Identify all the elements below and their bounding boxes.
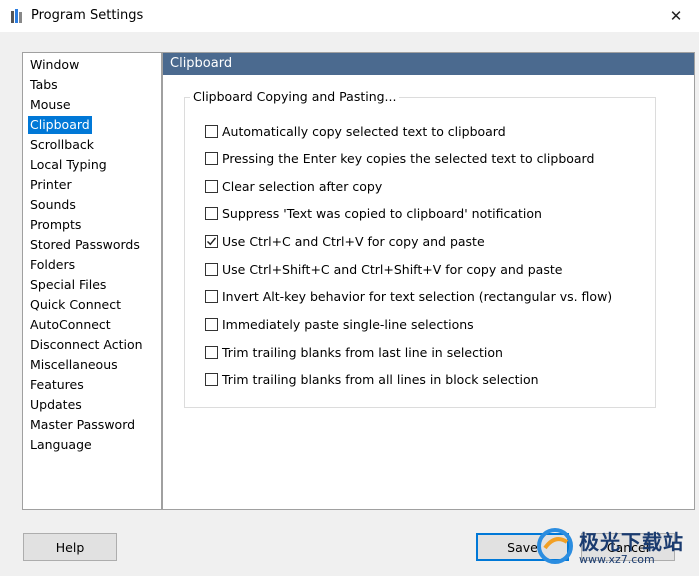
option-checkbox[interactable]: [205, 206, 218, 220]
category-item-mouse[interactable]: Mouse: [28, 96, 73, 114]
option-checkbox[interactable]: [205, 289, 218, 303]
checkmark-icon: [207, 237, 217, 245]
option-row[interactable]: Pressing the Enter key copies the select…: [205, 149, 594, 167]
category-item-quick-connect[interactable]: Quick Connect: [28, 296, 123, 314]
option-label: Trim trailing blanks from last line in s…: [222, 344, 503, 360]
option-label: Invert Alt-key behavior for text selecti…: [222, 288, 613, 304]
watermark-swirl-icon: [537, 528, 573, 564]
close-button[interactable]: ✕: [653, 0, 699, 32]
option-row[interactable]: Automatically copy selected text to clip…: [205, 122, 506, 140]
option-label: Pressing the Enter key copies the select…: [222, 150, 595, 166]
option-row[interactable]: Invert Alt-key behavior for text selecti…: [205, 287, 612, 305]
settings-panel: Clipboard Clipboard Copying and Pasting.…: [162, 52, 695, 510]
clipboard-groupbox: Clipboard Copying and Pasting... Automat…: [184, 89, 656, 408]
option-row[interactable]: Suppress 'Text was copied to clipboard' …: [205, 204, 542, 222]
help-button[interactable]: Help: [23, 533, 117, 561]
category-item-sounds[interactable]: Sounds: [28, 196, 78, 214]
option-label: Immediately paste single-line selections: [222, 316, 474, 332]
option-checkbox[interactable]: [205, 345, 218, 359]
option-checkbox[interactable]: [205, 151, 218, 165]
category-item-master-password[interactable]: Master Password: [28, 416, 137, 434]
category-item-folders[interactable]: Folders: [28, 256, 77, 274]
category-item-scrollback[interactable]: Scrollback: [28, 136, 96, 154]
app-icon: [11, 9, 22, 23]
window-title: Program Settings: [31, 8, 144, 23]
category-item-special-files[interactable]: Special Files: [28, 276, 108, 294]
category-item-tabs[interactable]: Tabs: [28, 76, 60, 94]
category-item-language[interactable]: Language: [28, 436, 94, 454]
category-list: Window Tabs Mouse Clipboard Scrollback Local …: [22, 52, 162, 510]
option-checkbox[interactable]: [205, 234, 218, 248]
category-item-prompts[interactable]: Prompts: [28, 216, 83, 234]
category-item-miscellaneous[interactable]: Miscellaneous: [28, 356, 120, 374]
category-item-disconnect-action[interactable]: Disconnect Action: [28, 336, 145, 354]
option-checkbox[interactable]: [205, 124, 218, 138]
option-checkbox[interactable]: [205, 372, 218, 386]
option-label: Automatically copy selected text to clip…: [222, 123, 506, 139]
option-row[interactable]: Trim trailing blanks from last line in s…: [205, 343, 503, 361]
option-checkbox[interactable]: [205, 179, 218, 193]
close-icon: ✕: [669, 7, 683, 25]
category-item-stored-passwords[interactable]: Stored Passwords: [28, 236, 142, 254]
category-item-window[interactable]: Window: [28, 56, 81, 74]
category-item-autoconnect[interactable]: AutoConnect: [28, 316, 113, 334]
option-checkbox[interactable]: [205, 262, 218, 276]
category-item-features[interactable]: Features: [28, 376, 86, 394]
option-row[interactable]: Use Ctrl+C and Ctrl+V for copy and paste: [205, 232, 485, 250]
option-row[interactable]: Use Ctrl+Shift+C and Ctrl+Shift+V for co…: [205, 260, 562, 278]
option-row[interactable]: Trim trailing blanks from all lines in b…: [205, 370, 539, 388]
option-label: Clear selection after copy: [222, 178, 383, 194]
category-item-clipboard[interactable]: Clipboard: [28, 116, 92, 134]
option-label: Use Ctrl+Shift+C and Ctrl+Shift+V for co…: [222, 261, 563, 277]
option-label: Use Ctrl+C and Ctrl+V for copy and paste: [222, 233, 485, 249]
panel-header: Clipboard: [163, 53, 694, 75]
group-title: Clipboard Copying and Pasting...: [190, 89, 400, 104]
watermark-logo: 极光下载站 www.xz7.com: [535, 521, 695, 571]
option-row[interactable]: Clear selection after copy: [205, 177, 382, 195]
watermark-main-text: 极光下载站: [579, 530, 684, 554]
category-item-updates[interactable]: Updates: [28, 396, 84, 414]
title-bar: Program Settings ✕: [0, 0, 699, 32]
option-label: Trim trailing blanks from all lines in b…: [222, 371, 539, 387]
category-item-printer[interactable]: Printer: [28, 176, 74, 194]
category-item-local-typing[interactable]: Local Typing: [28, 156, 109, 174]
option-label: Suppress 'Text was copied to clipboard' …: [222, 205, 542, 221]
option-row[interactable]: Immediately paste single-line selections: [205, 315, 474, 333]
option-checkbox[interactable]: [205, 317, 218, 331]
